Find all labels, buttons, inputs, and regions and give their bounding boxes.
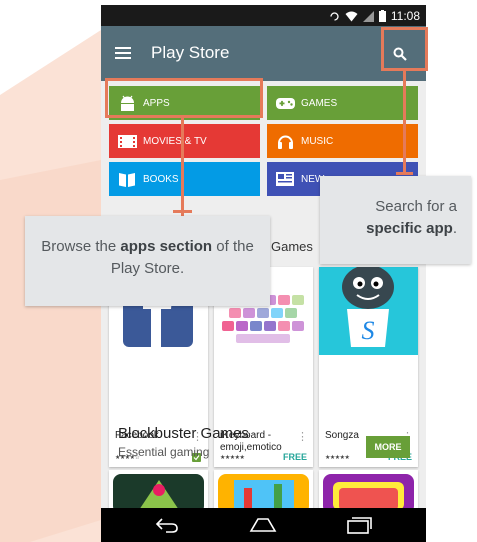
category-label: GAMES: [301, 97, 338, 109]
recents-icon[interactable]: [346, 515, 372, 535]
section-title: Blockbuster Games: [118, 425, 249, 442]
category-books[interactable]: BOOKS: [109, 162, 260, 196]
search-callout-bold: specific app: [366, 220, 453, 237]
wifi-icon: [345, 11, 358, 21]
film-icon: [117, 132, 137, 150]
category-music[interactable]: MUSIC: [267, 124, 418, 158]
search-icon: [393, 47, 407, 61]
headphones-icon: [275, 132, 295, 150]
status-bar: 11:08: [101, 5, 426, 26]
category-apps[interactable]: APPS: [109, 86, 260, 120]
gamepad-icon: [275, 94, 295, 112]
signal-icon: [362, 10, 374, 22]
category-label: MUSIC: [301, 135, 334, 147]
tutorial-stage: 11:08 Play Store APPS GAMES MOVIES & TV …: [0, 0, 477, 542]
search-leader-tick: [396, 172, 413, 175]
category-label: BOOKS: [143, 173, 179, 185]
browse-callout-text: Browse the: [41, 238, 121, 255]
search-callout-text: Search for a: [375, 198, 457, 215]
category-label: APPS: [143, 97, 170, 109]
category-games[interactable]: GAMES: [267, 86, 418, 120]
game-card[interactable]: [214, 470, 313, 514]
songza-app-icon: S: [319, 265, 418, 422]
status-time: 11:08: [390, 9, 420, 23]
rotation-icon: [330, 11, 339, 21]
app-rating: ★★★★★: [325, 455, 350, 461]
android-icon: [117, 94, 137, 112]
newspaper-icon: [275, 170, 295, 188]
app-price: FREE: [282, 452, 307, 462]
section-title-partial: Games: [271, 239, 313, 254]
svg-text:S: S: [362, 316, 375, 345]
app-title: Play Store: [151, 43, 230, 62]
browse-leader-tick: [173, 210, 192, 213]
game-card[interactable]: [319, 470, 418, 514]
browse-callout-bold: apps section: [120, 238, 213, 255]
app-bar: Play Store: [101, 26, 426, 81]
more-button[interactable]: MORE: [366, 436, 410, 458]
book-icon: [117, 170, 137, 188]
overflow-menu-icon[interactable]: ⋮: [297, 430, 308, 443]
game-card[interactable]: [109, 470, 208, 514]
search-callout-text-end: .: [452, 220, 457, 237]
navigation-bar: [101, 508, 426, 542]
browse-callout: Browse the apps section of the Play Stor…: [25, 216, 270, 306]
app-rating: ★★★★★: [220, 455, 245, 461]
home-icon[interactable]: [248, 516, 278, 534]
search-button[interactable]: [383, 38, 417, 69]
search-callout: Search for a specific app.: [320, 176, 471, 264]
browse-leader-line: [181, 118, 184, 217]
section-subtitle: Essential gaming: [118, 445, 210, 459]
menu-icon[interactable]: [114, 44, 132, 62]
search-leader-line: [403, 71, 406, 175]
category-movies-tv[interactable]: MOVIES & TV: [109, 124, 260, 158]
category-label: MOVIES & TV: [143, 135, 207, 147]
battery-icon: [378, 10, 386, 22]
back-icon[interactable]: [154, 516, 180, 534]
